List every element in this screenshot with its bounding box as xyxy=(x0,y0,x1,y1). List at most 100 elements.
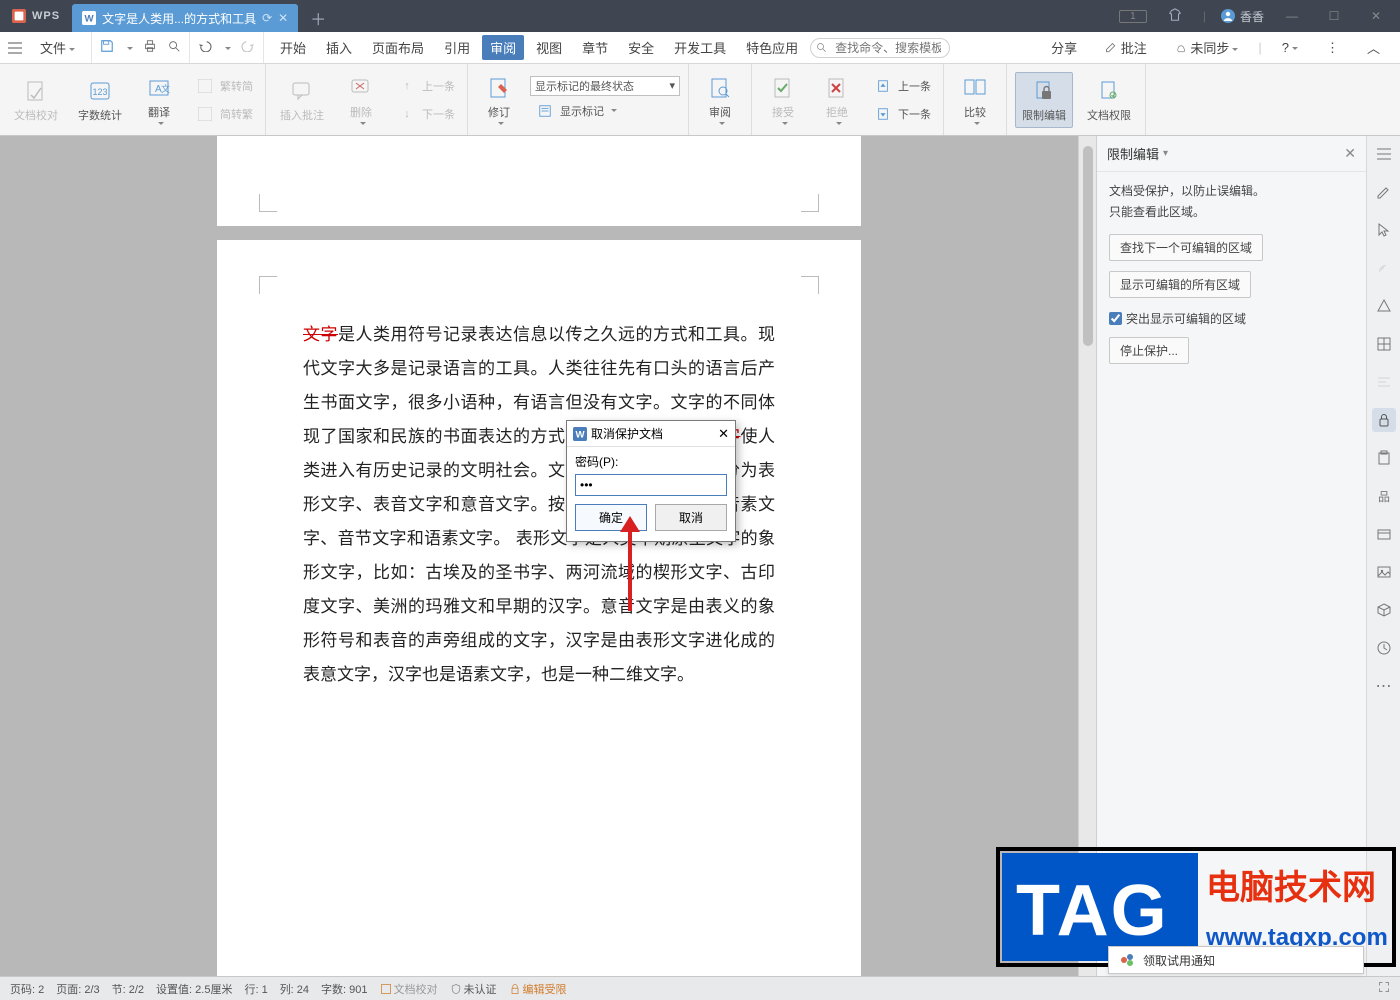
panel-close-icon[interactable]: ✕ xyxy=(1344,145,1356,162)
print-icon[interactable] xyxy=(143,39,157,56)
tool-clipboard-icon[interactable] xyxy=(1372,446,1396,470)
tab-view[interactable]: 视图 xyxy=(528,35,570,60)
tool-pen-icon[interactable] xyxy=(1372,180,1396,204)
next-comment-button[interactable]: ↓下一条 xyxy=(392,101,459,127)
simp2trad-button[interactable]: 繁转简 xyxy=(190,73,257,99)
tool-shape-icon[interactable] xyxy=(1372,294,1396,318)
doc-auth-button[interactable]: 文档权限 xyxy=(1081,73,1137,127)
status-page[interactable]: 页面: 2/3 xyxy=(56,981,99,997)
status-pageno[interactable]: 页码: 2 xyxy=(10,981,44,997)
status-col[interactable]: 列: 24 xyxy=(280,981,309,997)
undo-dropdown[interactable] xyxy=(222,40,231,55)
tool-table-icon[interactable] xyxy=(1372,332,1396,356)
tool-lock-icon[interactable] xyxy=(1372,408,1396,432)
ok-button[interactable]: 确定 xyxy=(575,504,647,531)
delete-comment-button[interactable]: 删除 xyxy=(338,70,384,129)
undo-icon[interactable] xyxy=(198,40,212,55)
compare-button[interactable]: 比较 xyxy=(952,70,998,129)
status-section[interactable]: 节: 2/2 xyxy=(112,981,144,997)
tool-more-icon[interactable]: ⋯ xyxy=(1372,674,1396,698)
review-pane-button[interactable]: 审阅 xyxy=(697,70,743,129)
user-menu[interactable]: 香香 xyxy=(1220,8,1264,25)
tab-featured[interactable]: 特色应用 xyxy=(738,35,806,60)
document-canvas[interactable]: 文字是人类用符号记录表达信息以传之久远的方式和工具。现代文字大多是记录语言的工具… xyxy=(0,136,1078,976)
restrict-edit-button[interactable]: 限制编辑 xyxy=(1015,72,1073,128)
print-preview-icon[interactable] xyxy=(167,39,181,56)
tool-image-icon[interactable] xyxy=(1372,560,1396,584)
tool-box-icon[interactable] xyxy=(1372,522,1396,546)
file-menu[interactable]: 文件 xyxy=(32,35,83,60)
wps-home-button[interactable]: WPS xyxy=(0,0,72,32)
collapse-ribbon-icon[interactable]: ︿ xyxy=(1359,35,1388,60)
close-window-button[interactable]: ✕ xyxy=(1362,9,1390,23)
tool-format-icon[interactable] xyxy=(1372,370,1396,394)
more-icon[interactable]: ⋮ xyxy=(1318,37,1347,59)
badge-indicator[interactable]: 1 xyxy=(1119,10,1147,23)
revise-button[interactable]: 修订 xyxy=(476,70,522,129)
stop-protection-button[interactable]: 停止保护... xyxy=(1109,337,1189,364)
new-tab-button[interactable]: ＋ xyxy=(304,4,332,32)
prev-comment-button[interactable]: ↑上一条 xyxy=(392,73,459,99)
tab-insert[interactable]: 插入 xyxy=(318,35,360,60)
skin-icon[interactable] xyxy=(1161,8,1189,25)
share-button[interactable]: 分享 xyxy=(1043,35,1085,60)
status-proof[interactable]: 文档校对 xyxy=(380,981,438,997)
reject-button[interactable]: 拒绝 xyxy=(814,70,860,129)
tab-refresh-icon[interactable]: ⟳ xyxy=(262,11,272,25)
ribbon-review: 文档校对 123 字数统计 A文 翻译 繁转简 简转繁 插入批注 删除 ↑上一条… xyxy=(0,64,1400,136)
status-setval[interactable]: 设置值: 2.5厘米 xyxy=(156,981,232,997)
fullscreen-icon[interactable] xyxy=(1378,981,1390,996)
menu-icon[interactable] xyxy=(8,42,22,54)
save-icon[interactable] xyxy=(100,39,114,56)
show-all-regions-button[interactable]: 显示可编辑的所有区域 xyxy=(1109,271,1251,298)
display-state-combo[interactable]: 显示标记的最终状态▾ xyxy=(530,76,680,96)
maximize-button[interactable]: ☐ xyxy=(1320,9,1348,23)
command-search[interactable] xyxy=(810,38,950,58)
highlight-checkbox[interactable] xyxy=(1109,312,1122,325)
wordcount-button[interactable]: 123 字数统计 xyxy=(72,73,128,127)
tab-close-icon[interactable]: ✕ xyxy=(278,11,288,25)
tool-cube-icon[interactable] xyxy=(1372,598,1396,622)
find-next-region-button[interactable]: 查找下一个可编辑的区域 xyxy=(1109,234,1263,261)
status-restricted[interactable]: 编辑受限 xyxy=(509,981,567,997)
status-row[interactable]: 行: 1 xyxy=(244,981,267,997)
show-marks-button[interactable]: 显示标记 xyxy=(530,98,680,124)
trad2simp-button[interactable]: 简转繁 xyxy=(190,101,257,127)
translate-button[interactable]: A文 翻译 xyxy=(136,70,182,129)
statusbar: 页码: 2 页面: 2/3 节: 2/2 设置值: 2.5厘米 行: 1 列: … xyxy=(0,976,1400,1000)
accept-button[interactable]: 接受 xyxy=(760,70,806,129)
password-input[interactable] xyxy=(575,474,727,496)
cancel-button[interactable]: 取消 xyxy=(655,504,727,531)
scroll-thumb[interactable] xyxy=(1083,146,1093,346)
annotate-button[interactable]: 批注 xyxy=(1097,35,1155,60)
tool-history-icon[interactable] xyxy=(1372,636,1396,660)
tool-hamburger-icon[interactable] xyxy=(1372,142,1396,166)
help-button[interactable]: ? xyxy=(1274,37,1306,58)
next-change-button[interactable]: 下一条 xyxy=(868,101,935,127)
minimize-button[interactable]: ― xyxy=(1278,9,1306,23)
tool-character-icon[interactable]: 品 xyxy=(1372,484,1396,508)
proof-button[interactable]: 文档校对 xyxy=(8,73,64,127)
tool-select-icon[interactable] xyxy=(1372,218,1396,242)
search-input[interactable] xyxy=(810,38,950,58)
sync-status[interactable]: 未同步 xyxy=(1167,35,1247,60)
tab-chapter[interactable]: 章节 xyxy=(574,35,616,60)
tab-start[interactable]: 开始 xyxy=(272,35,314,60)
tab-layout[interactable]: 页面布局 xyxy=(364,35,432,60)
trial-notification[interactable]: 领取试用通知 xyxy=(1108,946,1364,974)
save-dropdown[interactable] xyxy=(124,40,133,55)
tab-security[interactable]: 安全 xyxy=(620,35,662,60)
prev-change-button[interactable]: 上一条 xyxy=(868,73,935,99)
document-tab[interactable]: W 文字是人类用...的方式和工具 ⟳ ✕ xyxy=(72,4,298,32)
status-auth[interactable]: 未认证 xyxy=(450,981,497,997)
insert-comment-button[interactable]: 插入批注 xyxy=(274,73,330,127)
redo-icon[interactable] xyxy=(241,40,255,55)
status-words[interactable]: 字数: 901 xyxy=(321,981,367,997)
tab-reference[interactable]: 引用 xyxy=(436,35,478,60)
tab-devtools[interactable]: 开发工具 xyxy=(666,35,734,60)
tab-review[interactable]: 审阅 xyxy=(482,35,524,60)
dialog-close-icon[interactable]: ✕ xyxy=(718,426,729,442)
wordcount-icon: 123 xyxy=(86,77,114,105)
tool-link-icon[interactable] xyxy=(1372,256,1396,280)
highlight-regions-check[interactable]: 突出显示可编辑的区域 xyxy=(1109,310,1354,327)
